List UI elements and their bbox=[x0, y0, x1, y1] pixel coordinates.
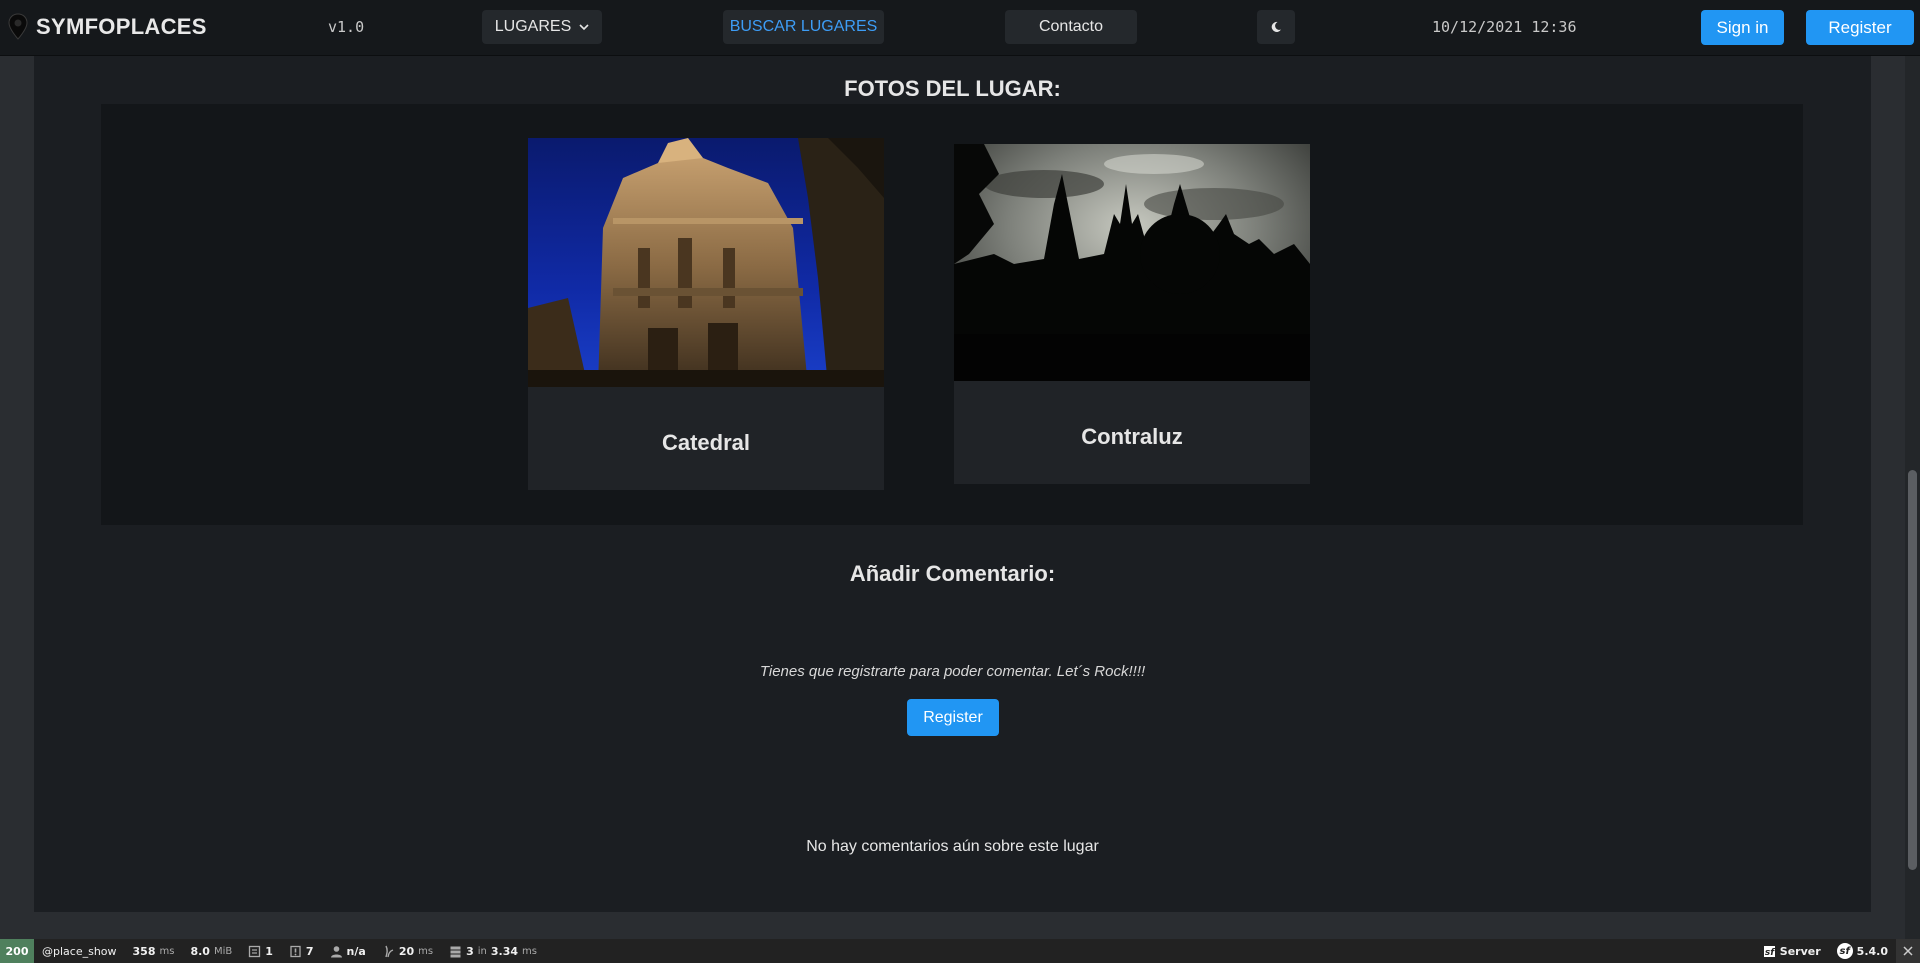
lugares-label: LUGARES bbox=[494, 18, 572, 35]
server-label: Server bbox=[1779, 944, 1821, 958]
chevron-down-icon bbox=[579, 23, 589, 30]
time-unit: ms bbox=[159, 945, 175, 957]
top-navbar: SYMFOPLACES v1.0 LUGARES BUSCAR LUGARES … bbox=[0, 0, 1920, 56]
database-item[interactable]: 3 in 3.34 ms bbox=[441, 939, 545, 963]
sign-in-button[interactable]: Sign in bbox=[1701, 10, 1784, 45]
close-icon bbox=[1903, 946, 1913, 956]
register-to-comment-button[interactable]: Register bbox=[907, 699, 999, 736]
time-value: 358 bbox=[132, 944, 156, 958]
time-item[interactable]: 358 ms bbox=[125, 939, 183, 963]
memory-item[interactable]: 8.0 MiB bbox=[182, 939, 240, 963]
forms-count: 1 bbox=[265, 944, 273, 958]
user-value: n/a bbox=[346, 944, 366, 958]
symfony-logo-icon: sf bbox=[1836, 943, 1853, 959]
route-name: @place_show bbox=[42, 944, 117, 958]
twig-unit: ms bbox=[418, 945, 434, 957]
svg-text:sf: sf bbox=[1765, 948, 1775, 958]
symfony-version: 5.4.0 bbox=[1856, 944, 1888, 958]
contacto-label: Contacto bbox=[1038, 18, 1104, 35]
status-code-badge[interactable]: 200 bbox=[0, 939, 34, 963]
photo-card-contraluz[interactable]: Contraluz bbox=[954, 144, 1310, 484]
brand[interactable]: SYMFOPLACES bbox=[8, 13, 207, 41]
photo-caption-contraluz: Contraluz bbox=[1081, 424, 1183, 449]
twig-icon bbox=[385, 945, 394, 957]
route-item[interactable]: @place_show bbox=[34, 939, 125, 963]
moon-icon bbox=[1271, 21, 1281, 32]
logs-item[interactable]: 7 bbox=[281, 939, 322, 963]
register-button[interactable]: Register bbox=[1806, 10, 1914, 45]
server-item[interactable]: sf Server bbox=[1755, 939, 1829, 963]
memory-unit: MiB bbox=[213, 945, 233, 957]
register-to-comment-message: Tienes que registrarte para poder coment… bbox=[759, 663, 1146, 680]
db-queries: 3 bbox=[466, 944, 474, 958]
current-datetime: 10/12/2021 12:36 bbox=[1432, 18, 1577, 36]
photos-title: FOTOS DEL LUGAR: bbox=[844, 76, 1061, 101]
debug-toolbar-right: sf Server sf 5.4.0 bbox=[1755, 939, 1920, 963]
scrollbar-thumb[interactable] bbox=[1908, 470, 1917, 870]
brand-name: SYMFOPLACES bbox=[36, 14, 207, 39]
photo-caption-catedral: Catedral bbox=[661, 430, 751, 455]
no-comments-message: No hay comentarios aún sobre este lugar bbox=[806, 838, 1099, 855]
photo-contraluz[interactable] bbox=[954, 144, 1310, 381]
db-time: 3.34 bbox=[490, 944, 519, 958]
user-icon bbox=[330, 945, 342, 957]
photo-catedral[interactable] bbox=[528, 138, 884, 387]
symfony-server-icon: sf bbox=[1763, 945, 1775, 958]
memory-value: 8.0 bbox=[190, 944, 210, 958]
map-pin-icon bbox=[8, 13, 28, 40]
app-version: v1.0 bbox=[328, 18, 365, 36]
photo-card-catedral[interactable]: Catedral bbox=[528, 138, 884, 490]
symfony-debug-toolbar: 200 @place_show 358 ms 8.0 MiB 1 7 n/a 2… bbox=[0, 939, 1920, 963]
form-icon bbox=[249, 945, 261, 957]
toolbar-close-button[interactable] bbox=[1896, 939, 1920, 963]
photos-panel bbox=[101, 104, 1803, 525]
database-icon bbox=[450, 946, 461, 957]
add-comment-title: Añadir Comentario: bbox=[849, 561, 1056, 586]
buscar-lugares-link[interactable]: BUSCAR LUGARES bbox=[723, 10, 884, 44]
logs-count: 7 bbox=[305, 944, 314, 958]
db-unit: ms bbox=[522, 945, 537, 957]
user-item[interactable]: n/a bbox=[322, 939, 374, 963]
symfony-version-item[interactable]: sf 5.4.0 bbox=[1829, 939, 1896, 963]
place-content: FOTOS DEL LUGAR: Catedral Contraluz Añad… bbox=[34, 56, 1871, 912]
contacto-link[interactable]: Contacto bbox=[1005, 10, 1137, 44]
db-in: in bbox=[477, 945, 487, 957]
twig-value: 20 bbox=[398, 944, 415, 958]
twig-item[interactable]: 20 ms bbox=[374, 939, 441, 963]
logs-warning-icon bbox=[290, 945, 301, 957]
theme-toggle-button[interactable] bbox=[1257, 10, 1295, 44]
forms-item[interactable]: 1 bbox=[240, 939, 281, 963]
buscar-label: BUSCAR LUGARES bbox=[729, 18, 878, 35]
lugares-dropdown[interactable]: LUGARES bbox=[482, 10, 602, 44]
